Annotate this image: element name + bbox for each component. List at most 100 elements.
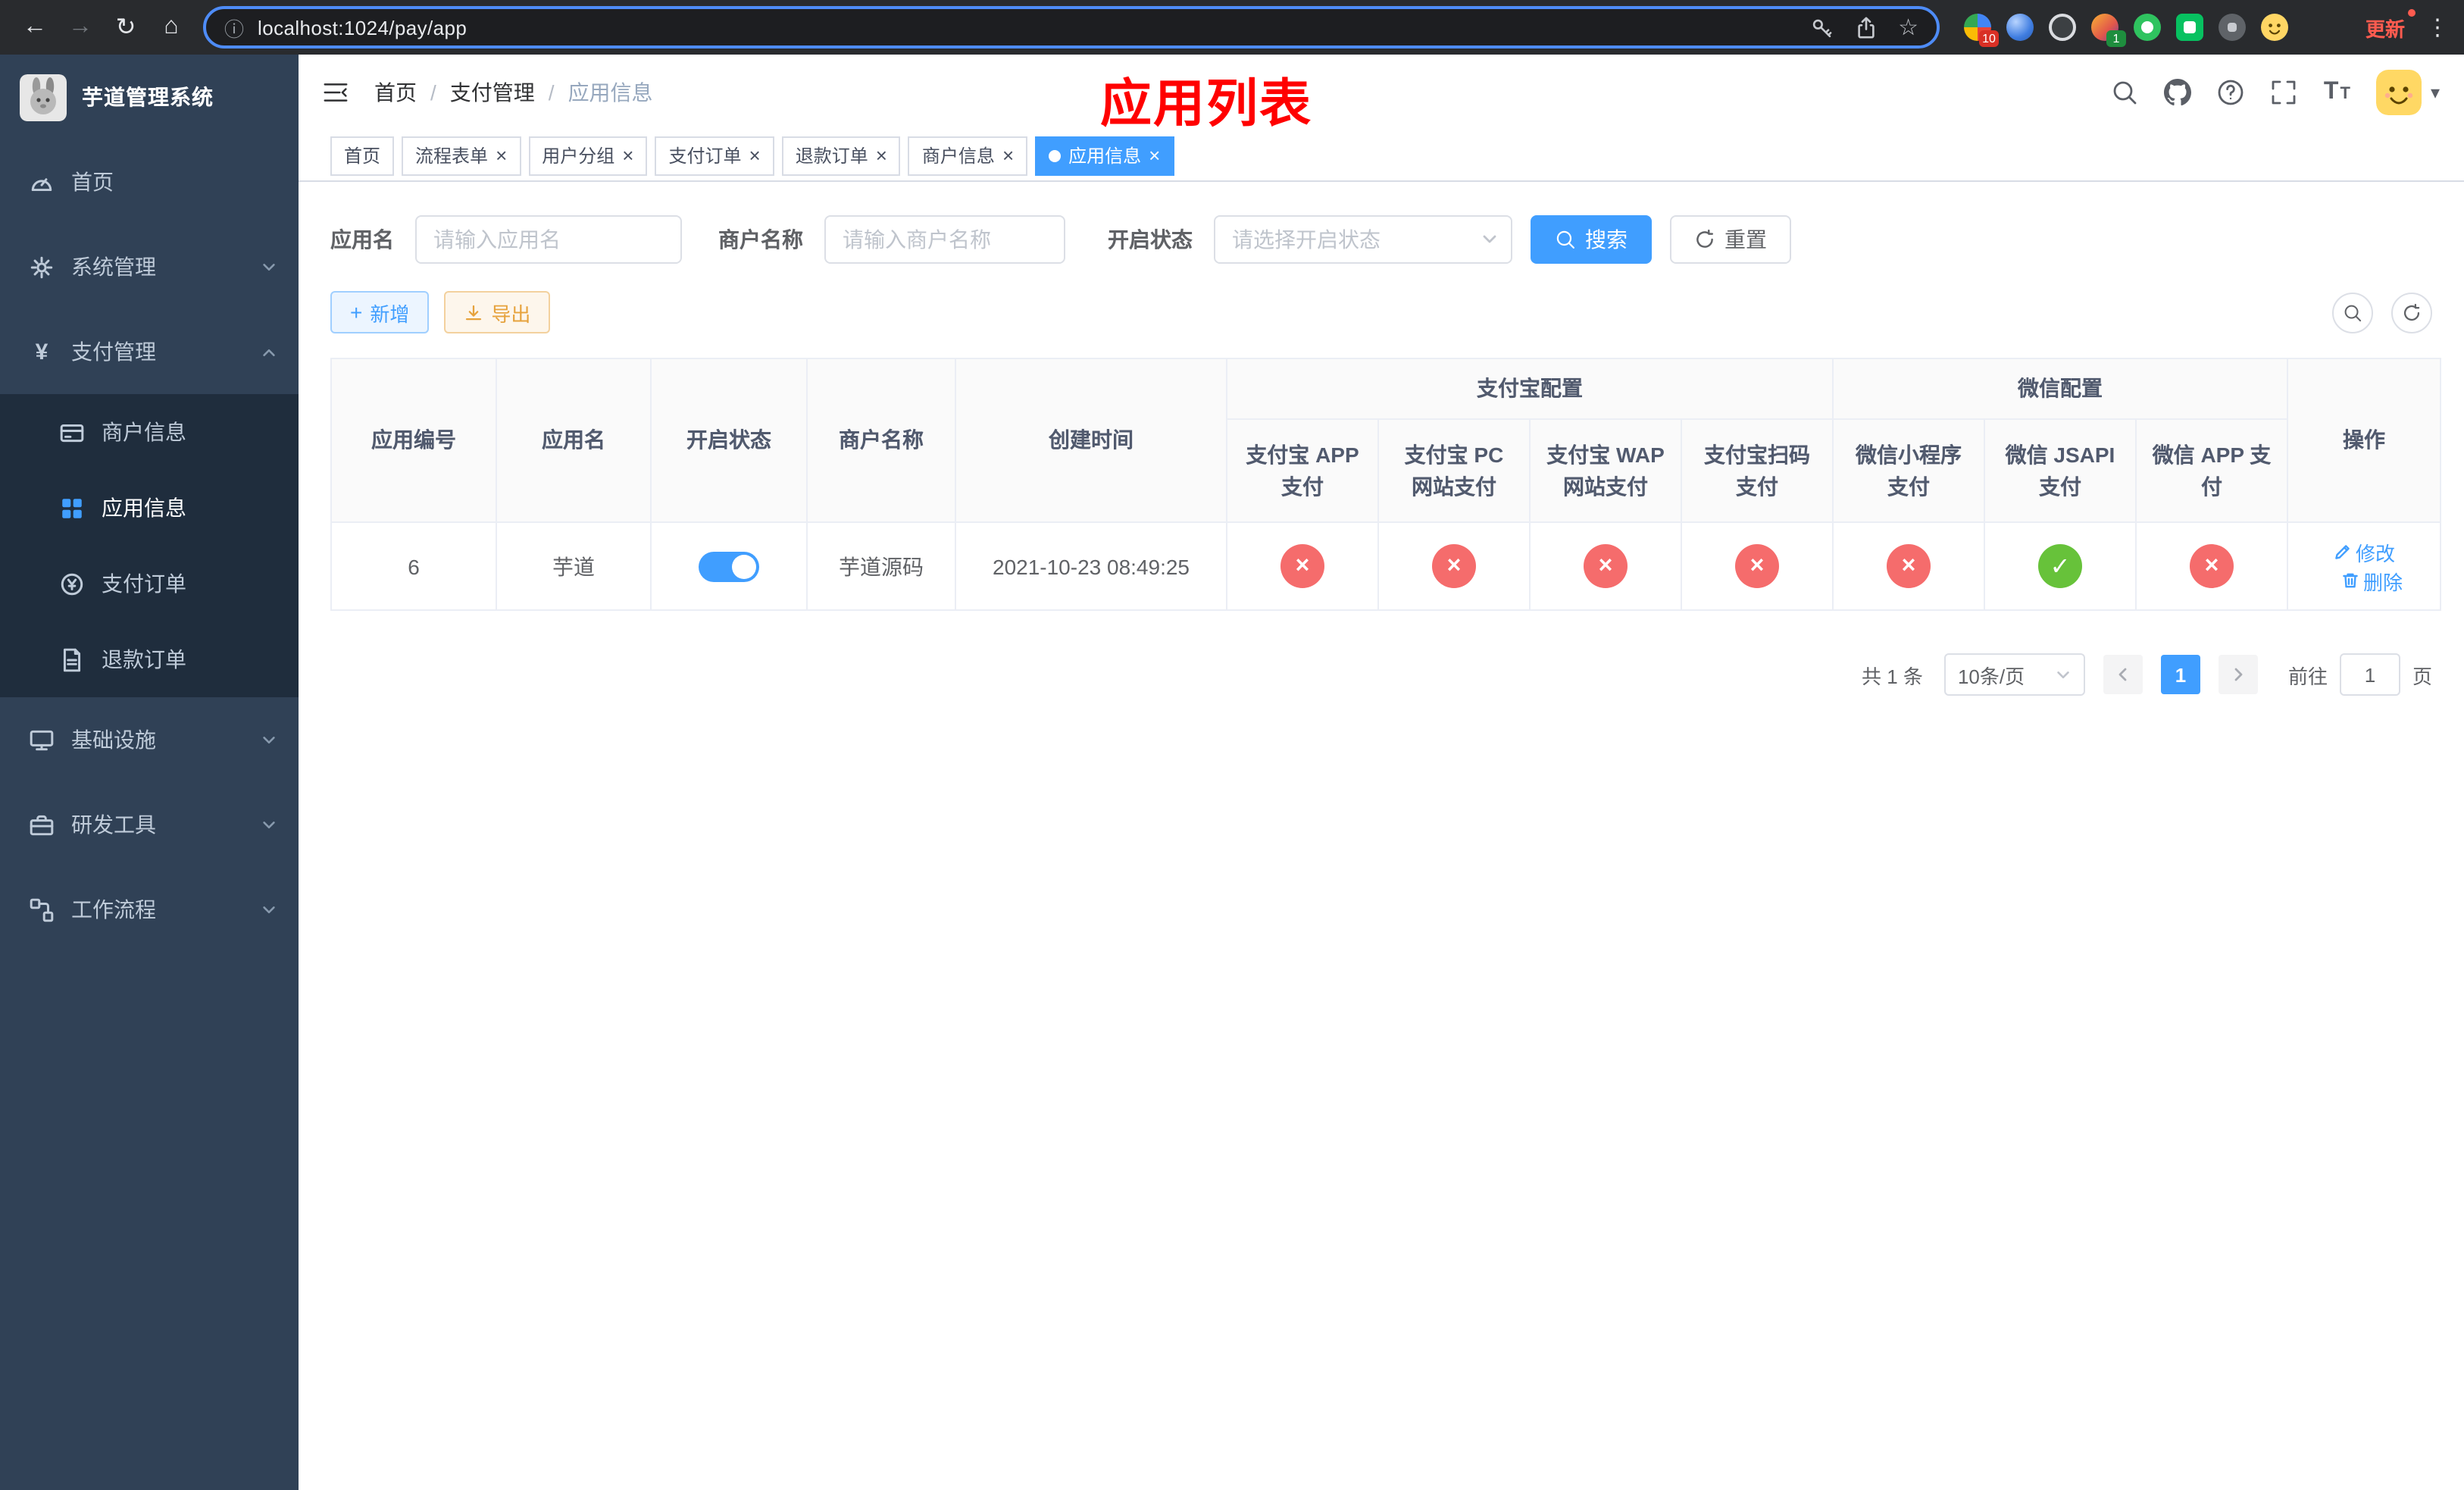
download-icon [466, 304, 482, 320]
tab-process-form[interactable]: 流程表单 × [402, 136, 521, 175]
menu-label: 商户信息 [102, 420, 186, 444]
share-icon[interactable] [1854, 16, 1877, 39]
close-icon[interactable]: × [1149, 146, 1160, 165]
app-title: 芋道管理系统 [82, 85, 214, 109]
extension-icon-emoji[interactable] [2261, 14, 2288, 41]
tab-app-info[interactable]: 应用信息 × [1035, 136, 1174, 175]
extension-icon-green-circle[interactable] [2134, 14, 2161, 41]
close-icon[interactable]: × [622, 146, 633, 165]
browser-update-button[interactable]: 更新 [2366, 8, 2416, 42]
back-button[interactable]: ← [15, 8, 55, 47]
user-menu[interactable]: ▾ [2375, 70, 2440, 115]
browser-toolbar: ← → ↻ ⌂ ⓘ localhost:1024/pay/app ☆ 10 1 [0, 0, 2464, 55]
breadcrumb-separator: / [548, 80, 555, 105]
close-icon[interactable]: × [496, 146, 507, 165]
cell-wechat-mini: × [1832, 521, 1985, 611]
sidebar-item-infrastructure[interactable]: 基础设施 [0, 697, 299, 782]
extension-icon-blue-orb[interactable] [2006, 14, 2034, 41]
breadcrumb-home[interactable]: 首页 [374, 77, 417, 108]
status-select[interactable]: 请选择开启状态 [1214, 215, 1512, 264]
breadcrumb-separator: / [430, 80, 436, 105]
pencil-icon [2334, 545, 2349, 559]
menu-label: 支付订单 [102, 571, 186, 596]
close-icon[interactable]: × [749, 146, 761, 165]
search-button[interactable]: 搜索 [1531, 215, 1652, 264]
add-button[interactable]: + 新增 [330, 291, 430, 333]
merchant-name-input[interactable] [824, 215, 1065, 264]
address-bar[interactable]: ⓘ localhost:1024/pay/app ☆ [203, 6, 1940, 49]
plus-icon: + [350, 300, 363, 324]
tab-merchant-info[interactable]: 商户信息 × [908, 136, 1028, 175]
reload-button[interactable]: ↻ [106, 8, 145, 47]
page-number-button[interactable]: 1 [2160, 655, 2200, 694]
top-navbar: 首页 / 支付管理 / 应用信息 应用列表 T T ▾ [299, 55, 2464, 133]
edit-button[interactable]: 修改 [2333, 537, 2395, 566]
sidebar-item-workflow[interactable]: 工作流程 [0, 867, 299, 952]
reset-button[interactable]: 重置 [1670, 215, 1791, 264]
font-size-large-glyph: T [2323, 79, 2339, 105]
font-size-icon[interactable]: T T [2324, 79, 2350, 106]
status-cross-icon: × [1735, 544, 1779, 588]
tab-user-group[interactable]: 用户分组 × [528, 136, 648, 175]
browser-menu-icon[interactable]: ⋮ [2426, 14, 2449, 41]
collapse-sidebar-icon[interactable] [321, 80, 350, 105]
close-icon[interactable]: × [1002, 146, 1014, 165]
sidebar-item-dev-tools[interactable]: 研发工具 [0, 782, 299, 867]
export-button[interactable]: 导出 [444, 291, 551, 333]
column-header-alipay-pc: 支付宝 PC 网站支付 [1377, 418, 1531, 523]
delete-button-label: 删除 [2363, 571, 2403, 593]
sidebar-header: 芋道管理系统 [0, 55, 299, 139]
extension-icon-record[interactable] [2049, 14, 2076, 41]
home-button[interactable]: ⌂ [152, 8, 191, 47]
app-name-input[interactable] [415, 215, 682, 264]
breadcrumb-section[interactable]: 支付管理 [450, 77, 535, 108]
status-toggle[interactable] [699, 551, 759, 581]
search-icon[interactable] [2112, 79, 2139, 106]
sidebar-item-refund-order[interactable]: 退款订单 [0, 621, 299, 697]
sidebar-item-home[interactable]: 首页 [0, 139, 299, 224]
fullscreen-icon[interactable] [2271, 79, 2298, 106]
delete-button[interactable]: 删除 [2340, 566, 2403, 595]
sidebar-item-pay-order[interactable]: 支付订单 [0, 546, 299, 621]
extension-icon-wechat[interactable] [2176, 14, 2203, 41]
goto-unit-label: 页 [2412, 665, 2432, 687]
tab-home[interactable]: 首页 [330, 136, 395, 175]
sidebar-item-payment[interactable]: ¥ 支付管理 [0, 309, 299, 394]
app-name-label: 应用名 [330, 227, 394, 252]
app-logo [20, 74, 67, 121]
extension-icon-profile[interactable]: 1 [2091, 14, 2126, 47]
tab-pay-order[interactable]: 支付订单 × [655, 136, 774, 175]
goto-page-input[interactable] [2339, 653, 2400, 696]
status-cross-icon: × [1432, 544, 1476, 588]
sidebar-item-merchant-info[interactable]: 商户信息 [0, 394, 299, 470]
toggle-search-button[interactable] [2332, 292, 2373, 333]
breadcrumb: 首页 / 支付管理 / 应用信息 [374, 77, 653, 108]
prev-page-button[interactable] [2103, 655, 2143, 694]
forward-button[interactable]: → [61, 8, 100, 47]
column-header-created: 创建时间 [955, 358, 1227, 523]
password-key-icon[interactable] [1810, 16, 1833, 39]
sidebar-item-app-info[interactable]: 应用信息 [0, 470, 299, 546]
cell-alipay-qr: × [1681, 521, 1834, 611]
help-icon[interactable] [2218, 79, 2245, 106]
merchant-name-label: 商户名称 [718, 227, 803, 252]
pagination: 共 1 条 10条/页 1 前往 页 [330, 653, 2432, 696]
bookmark-star-icon[interactable]: ☆ [1898, 16, 1918, 39]
refresh-table-button[interactable] [2391, 292, 2432, 333]
workflow-icon [30, 897, 54, 922]
cell-alipay-pc: × [1377, 521, 1531, 611]
next-page-button[interactable] [2218, 655, 2258, 694]
extension-icon-apps[interactable]: 10 [1964, 14, 1999, 47]
close-icon[interactable]: × [876, 146, 887, 165]
extensions-area: 10 1 [1964, 14, 2288, 47]
font-size-small-glyph: T [2340, 85, 2350, 103]
tab-refund-order[interactable]: 退款订单 × [781, 136, 901, 175]
tab-label: 支付订单 [668, 146, 742, 167]
chevron-right-icon [2234, 668, 2243, 681]
extension-icon-puzzle[interactable] [2219, 14, 2246, 41]
page-size-select[interactable]: 10条/页 [1943, 653, 2085, 696]
site-info-icon[interactable]: ⓘ [224, 13, 244, 42]
document-icon [63, 647, 81, 671]
sidebar-item-system[interactable]: 系统管理 [0, 224, 299, 309]
github-icon[interactable] [2164, 79, 2192, 106]
